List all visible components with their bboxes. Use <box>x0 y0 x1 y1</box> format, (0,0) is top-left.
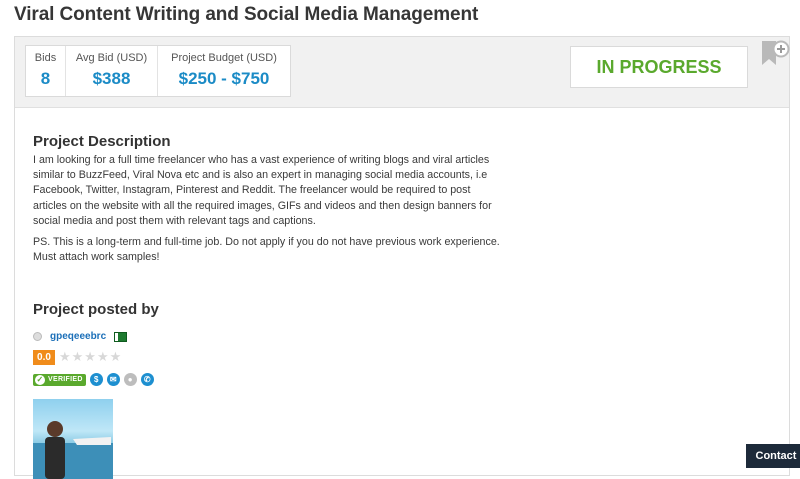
status-badge: IN PROGRESS <box>570 46 748 88</box>
project-summary-bar: Bids 8 Avg Bid (USD) $388 Project Budget… <box>15 37 790 108</box>
rating-badge: 0.0 <box>33 349 55 365</box>
poster-username-link[interactable]: gpeqeeebrc <box>50 331 106 342</box>
stat-label: Bids <box>34 52 57 64</box>
stat-value: $388 <box>92 69 131 88</box>
stat-value: $250 - $750 <box>178 69 270 88</box>
star-rating-icon: ★★★★★ <box>59 349 123 364</box>
project-stats: Bids 8 Avg Bid (USD) $388 Project Budget… <box>25 45 291 97</box>
poster-user-row: gpeqeeebrc <box>33 331 128 342</box>
user-icon: ● <box>123 373 137 386</box>
project-description: Project Description I am looking for a f… <box>33 133 503 265</box>
stat-label: Avg Bid (USD) <box>75 52 148 64</box>
description-paragraph: I am looking for a full time freelancer … <box>33 154 492 227</box>
project-title: Viral Content Writing and Social Media M… <box>14 4 479 25</box>
verified-label: VERIFIED <box>48 376 83 383</box>
stat-bids: Bids 8 <box>26 46 65 96</box>
poster-rating: 0.0 ★★★★★ <box>33 349 122 365</box>
stat-budget: Project Budget (USD) $250 - $750 <box>157 46 290 96</box>
stat-label: Project Budget (USD) <box>171 52 277 64</box>
flag-icon <box>114 331 128 342</box>
online-status-icon <box>33 332 42 341</box>
email-icon: ✉ <box>106 373 120 386</box>
verified-check-icon: ✓ <box>35 374 45 385</box>
verified-badge: ✓ VERIFIED <box>33 373 86 386</box>
stat-value: 8 <box>40 69 51 88</box>
stat-avg-bid: Avg Bid (USD) $388 <box>65 46 157 96</box>
description-note: PS. This is a long-term and full-time jo… <box>33 236 500 264</box>
verification-badges: ✓ VERIFIED $ ✉ ● ✆ <box>33 373 154 386</box>
poster-avatar[interactable] <box>33 399 113 479</box>
project-poster: Project posted by gpeqeeebrc 0.0 ★★★★★ ✓… <box>33 301 159 386</box>
project-card: Bids 8 Avg Bid (USD) $388 Project Budget… <box>14 36 790 479</box>
bookmark-add-icon[interactable] <box>759 37 793 71</box>
section-heading: Project Description <box>33 133 171 150</box>
phone-icon: ✆ <box>140 373 154 386</box>
dollar-icon: $ <box>89 373 103 386</box>
section-heading: Project posted by <box>33 301 159 318</box>
contact-button[interactable]: Contact <box>746 444 800 468</box>
